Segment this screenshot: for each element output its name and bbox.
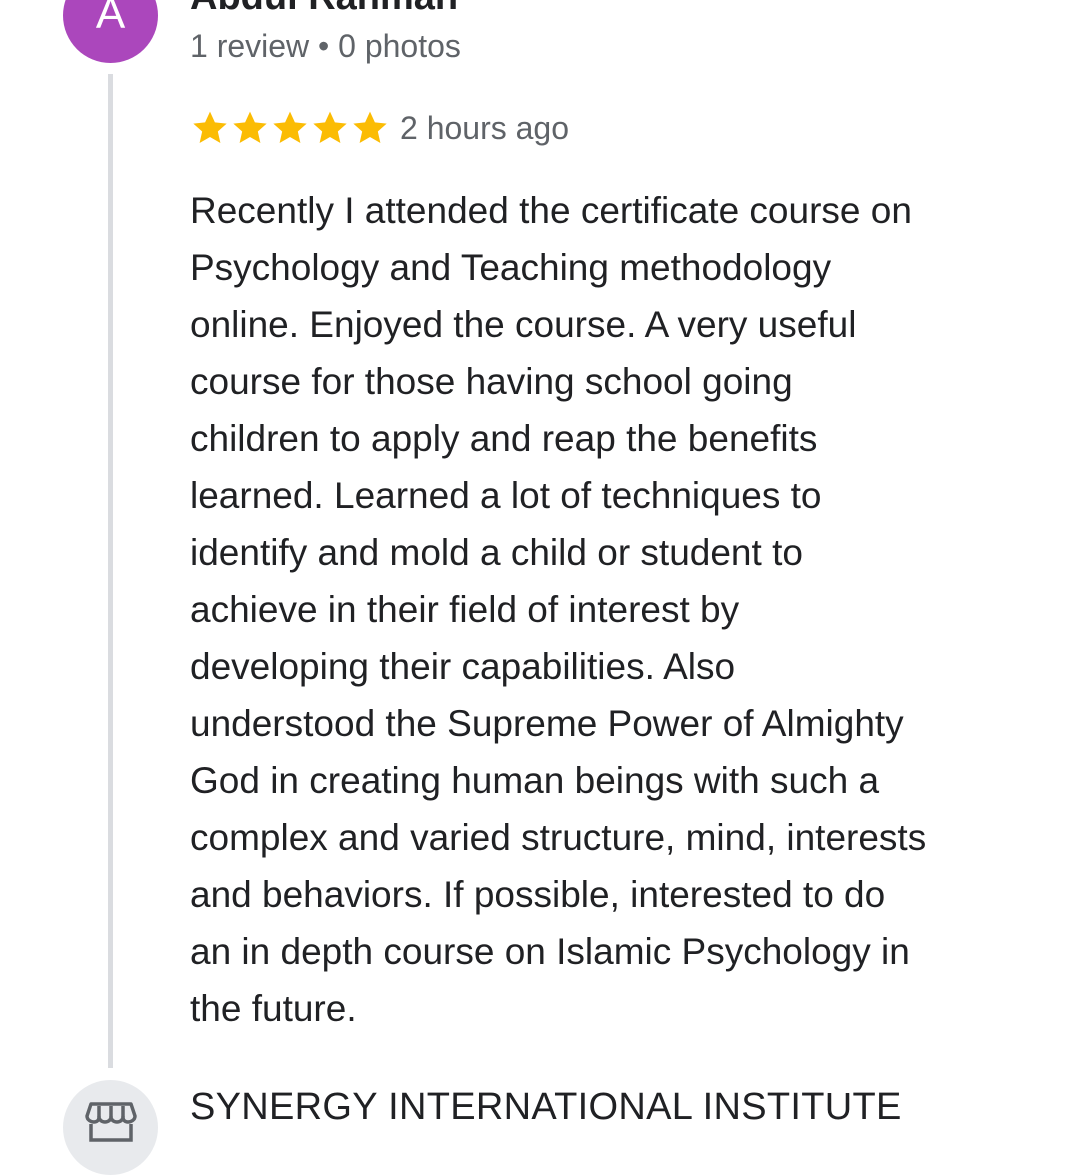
reviewer-avatar[interactable]: A — [63, 0, 158, 63]
rating-row: 2 hours ago — [190, 106, 569, 150]
star-icon — [313, 111, 347, 143]
review-text-line: understood the Supreme Power of Almighty — [190, 703, 904, 744]
owner-avatar[interactable] — [63, 1080, 158, 1175]
star-icon — [233, 111, 267, 143]
star-rating — [190, 108, 390, 148]
review-text-line: achieve in their field of interest by — [190, 589, 740, 630]
owner-name[interactable]: SYNERGY INTERNATIONAL INSTITUTE — [190, 1086, 902, 1129]
review-text-line: and behaviors. If possible, interested t… — [190, 874, 886, 915]
review-text-line: Psychology and Teaching methodology — [190, 247, 832, 288]
review-text-line: an in depth course on Islamic Psychology… — [190, 931, 910, 972]
thread-divider — [108, 74, 113, 1068]
star-icon — [353, 111, 387, 143]
review-text-line: the future. — [190, 988, 357, 1029]
review-text-line: identify and mold a child or student to — [190, 532, 803, 573]
review-text-line: developing their capabilities. Also — [190, 646, 736, 687]
avatar-letter: A — [95, 0, 126, 38]
review-text-line: complex and varied structure, mind, inte… — [190, 817, 927, 858]
review-text-line: online. Enjoyed the course. A very usefu… — [190, 304, 857, 345]
reviewer-meta: 1 review • 0 photos — [190, 28, 461, 64]
review-text-line: learned. Learned a lot of techniques to — [190, 475, 822, 516]
star-icon — [273, 111, 307, 143]
review-text-line: God in creating human beings with such a — [190, 760, 880, 801]
reviewer-name[interactable]: Abdul Rahman — [190, 0, 458, 19]
review-text-line: Recently I attended the certificate cour… — [190, 190, 912, 231]
storefront-icon — [85, 1102, 137, 1142]
review-text: Recently I attended the certificate cour… — [190, 182, 1050, 1037]
review-text-line: course for those having school going — [190, 361, 793, 402]
review-text-line: children to apply and reap the benefits — [190, 418, 818, 459]
review-time: 2 hours ago — [400, 109, 570, 146]
star-icon — [193, 111, 227, 143]
